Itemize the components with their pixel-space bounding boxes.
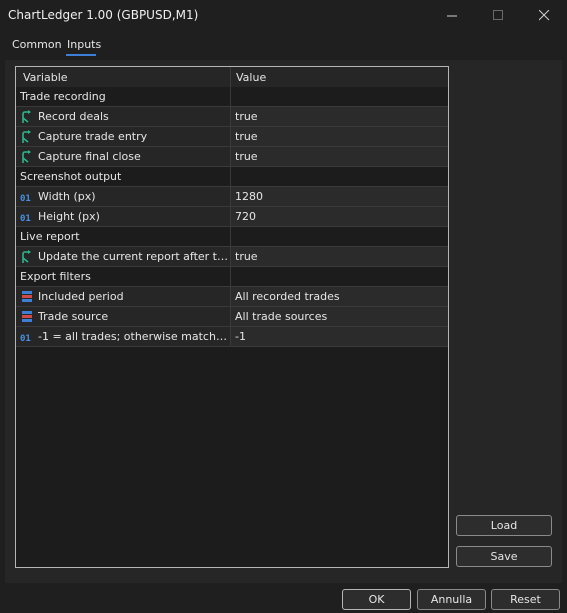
minimize-icon — [446, 15, 457, 16]
bool-arrow-icon — [20, 150, 34, 164]
input-row[interactable]: Included period All recorded trades — [16, 287, 448, 307]
variable-label: Capture trade entry — [38, 130, 148, 143]
group-label: Export filters — [20, 270, 91, 283]
save-button[interactable]: Save — [456, 546, 552, 567]
inputs-grid[interactable]: Variable Value Trade recording Record dea… — [15, 66, 449, 568]
group-label: Trade recording — [20, 90, 106, 103]
input-row[interactable]: Update the current report after trade a.… — [16, 247, 448, 267]
svg-text:01: 01 — [20, 194, 31, 204]
load-button[interactable]: Load — [456, 515, 552, 536]
bool-arrow-icon — [20, 250, 34, 264]
value-cell — [231, 127, 448, 146]
column-separator[interactable] — [230, 67, 231, 347]
group-label: Live report — [20, 230, 80, 243]
title-bar: ChartLedger 1.00 (GBPUSD,M1) — [0, 0, 567, 30]
value-cell — [231, 207, 448, 226]
grid-header: Variable Value — [16, 67, 448, 88]
int-icon: 01 — [20, 210, 34, 224]
value-text[interactable]: All recorded trades — [235, 290, 340, 303]
input-row[interactable]: Capture final close true — [16, 147, 448, 167]
group-row[interactable]: Live report — [16, 227, 448, 247]
variable-label: Trade source — [38, 310, 109, 323]
variable-label: Width (px) — [38, 190, 96, 203]
value-cell — [231, 267, 448, 286]
value-cell — [231, 247, 448, 266]
value-text[interactable]: true — [235, 130, 258, 143]
variable-label: Record deals — [38, 110, 109, 123]
group-row[interactable]: Trade recording — [16, 87, 448, 107]
value-cell — [231, 147, 448, 166]
input-row[interactable]: Trade source All trade sources — [16, 307, 448, 327]
input-row[interactable]: 01 -1 = all trades; otherwise match this … — [16, 327, 448, 347]
int-icon: 01 — [20, 330, 34, 344]
input-row[interactable]: Record deals true — [16, 107, 448, 127]
ok-button[interactable]: OK — [342, 589, 411, 610]
value-text[interactable]: true — [235, 110, 258, 123]
reset-button[interactable]: Reset — [491, 589, 560, 610]
minimize-button[interactable] — [429, 0, 475, 30]
group-row[interactable]: Screenshot output — [16, 167, 448, 187]
tab-common[interactable]: Common — [12, 38, 62, 51]
variable-label: -1 = all trades; otherwise match this m.… — [38, 330, 228, 343]
cancel-button[interactable]: Annulla — [417, 589, 486, 610]
variable-label: Height (px) — [38, 210, 100, 223]
close-icon — [538, 9, 549, 20]
value-cell — [231, 167, 448, 186]
enum-icon — [20, 290, 34, 304]
variable-label: Included period — [38, 290, 124, 303]
input-row[interactable]: 01 Height (px) 720 — [16, 207, 448, 227]
value-cell — [231, 87, 448, 106]
input-row[interactable]: 01 Width (px) 1280 — [16, 187, 448, 207]
value-text[interactable]: 1280 — [235, 190, 263, 203]
value-text[interactable]: true — [235, 150, 258, 163]
close-button[interactable] — [521, 0, 567, 30]
bool-arrow-icon — [20, 130, 34, 144]
value-text[interactable]: true — [235, 250, 258, 263]
value-text[interactable]: All trade sources — [235, 310, 327, 323]
column-header-variable[interactable]: Variable — [23, 71, 68, 84]
svg-text:01: 01 — [20, 334, 31, 344]
variable-label: Update the current report after trade a.… — [38, 250, 228, 263]
active-tab-indicator — [66, 54, 96, 56]
column-header-value[interactable]: Value — [236, 71, 266, 84]
value-cell — [231, 227, 448, 246]
maximize-button[interactable] — [475, 0, 521, 30]
svg-text:01: 01 — [20, 214, 31, 224]
tab-inputs[interactable]: Inputs — [67, 38, 101, 51]
input-row[interactable]: Capture trade entry true — [16, 127, 448, 147]
group-label: Screenshot output — [20, 170, 122, 183]
value-text[interactable]: -1 — [235, 330, 246, 343]
enum-icon — [20, 310, 34, 324]
value-cell — [231, 327, 448, 346]
bool-arrow-icon — [20, 110, 34, 124]
window-title: ChartLedger 1.00 (GBPUSD,M1) — [8, 8, 199, 22]
value-cell — [231, 187, 448, 206]
value-text[interactable]: 720 — [235, 210, 256, 223]
value-cell — [231, 107, 448, 126]
maximize-icon — [492, 9, 503, 20]
int-icon: 01 — [20, 190, 34, 204]
group-row[interactable]: Export filters — [16, 267, 448, 287]
variable-label: Capture final close — [38, 150, 141, 163]
